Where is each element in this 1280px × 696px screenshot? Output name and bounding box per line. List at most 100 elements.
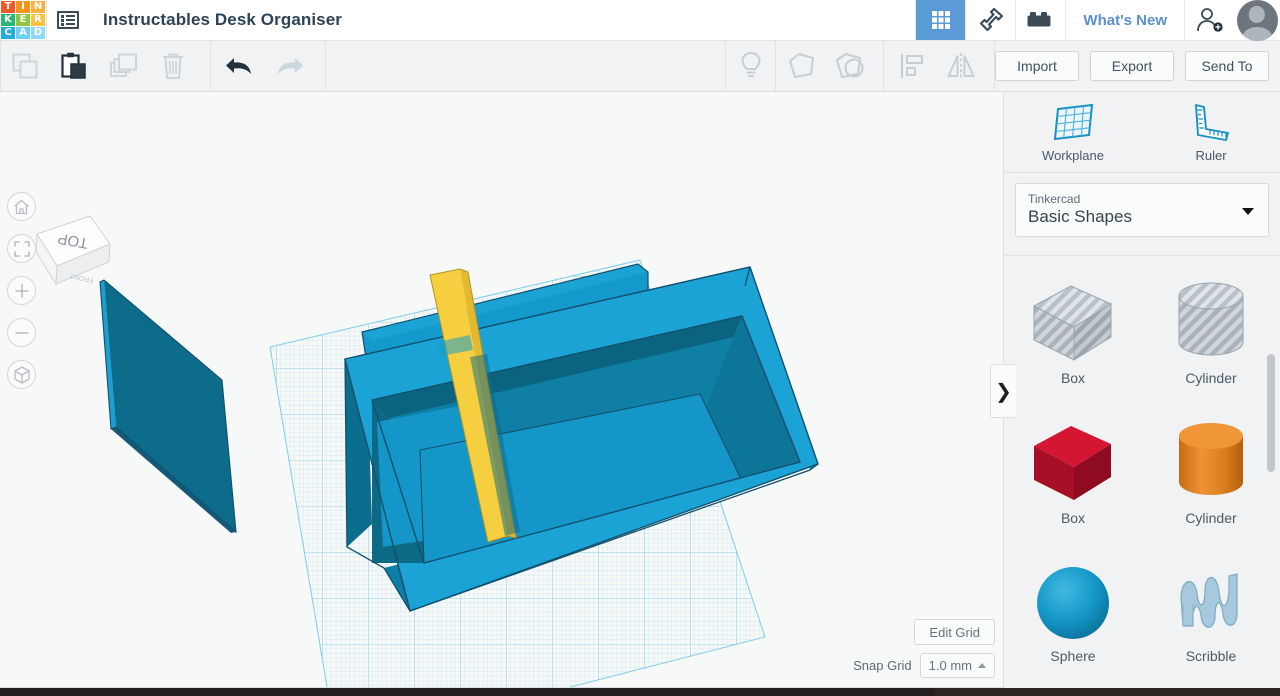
shapes-scrollbar[interactable] xyxy=(1267,354,1275,472)
list-menu-icon xyxy=(57,11,79,29)
chevron-down-icon xyxy=(1242,208,1254,215)
light-bulb-button[interactable] xyxy=(726,41,775,91)
shape-sphere[interactable]: Sphere xyxy=(1004,544,1142,684)
logo-tile-3: K xyxy=(1,14,15,26)
mirror-button[interactable] xyxy=(936,41,985,91)
light-bulb-icon xyxy=(740,51,761,77)
avatar xyxy=(1236,0,1278,41)
logo-tile-8: D xyxy=(31,27,45,39)
shape-label: Scribble xyxy=(1185,648,1237,664)
toolbar-divider-3 xyxy=(325,40,326,92)
shape-label: Sphere xyxy=(1050,648,1096,664)
cylinder-icon xyxy=(1179,423,1243,495)
scribble-icon xyxy=(1180,573,1238,628)
workplane-tool-label: Workplane xyxy=(1042,147,1104,163)
snap-grid-select[interactable]: 1.0 mm xyxy=(919,653,995,678)
zoom-out-button[interactable] xyxy=(7,318,36,347)
undo-arrow-icon xyxy=(225,58,251,74)
view-navigation-controls xyxy=(7,192,36,389)
window-bottom-strip xyxy=(0,688,1280,696)
app-header: T I N K E R C A D Instructables Desk Org… xyxy=(0,0,1280,41)
ruler-icon xyxy=(1195,103,1229,141)
page-title: Instructables Desk Organiser xyxy=(103,10,343,29)
fit-to-view-button[interactable] xyxy=(7,234,36,263)
ungroup-icon xyxy=(835,53,863,78)
snap-grid-row: Snap Grid 1.0 mm xyxy=(853,653,995,678)
hammer-icon xyxy=(979,7,1003,32)
shape-label: Box xyxy=(1060,370,1086,386)
send-to-button[interactable]: Send To xyxy=(1185,51,1269,81)
paste-icon xyxy=(61,52,86,79)
library-value: Basic Shapes xyxy=(1028,207,1132,226)
invite-people-button[interactable] xyxy=(1184,0,1234,40)
workplane-tool[interactable]: Workplane xyxy=(1004,92,1142,172)
whats-new-link[interactable]: What's New xyxy=(1065,0,1184,40)
toolbar-divider-6 xyxy=(883,40,884,92)
snap-grid-value: 1.0 mm xyxy=(928,658,972,673)
bricks-button[interactable] xyxy=(1015,0,1065,40)
copy-button[interactable] xyxy=(1,41,50,91)
sphere-icon xyxy=(1037,567,1109,639)
edit-grid-button[interactable]: Edit Grid xyxy=(914,619,995,645)
scene-3d[interactable] xyxy=(0,92,1003,688)
shapes-panel: Workplane Ruler Tinkercad Basic Shapes B… xyxy=(1003,92,1280,696)
redo-button[interactable] xyxy=(264,41,313,91)
main-menu-button[interactable] xyxy=(47,0,89,40)
paste-button[interactable] xyxy=(50,41,99,91)
shape-label: Box xyxy=(1060,510,1086,526)
group-button[interactable] xyxy=(776,41,825,91)
delete-button[interactable] xyxy=(148,41,197,91)
grid-gallery-icon xyxy=(931,11,950,29)
model-flat-plate[interactable] xyxy=(99,279,237,534)
logo-tile-1: I xyxy=(16,1,30,13)
shape-cylinder-hole[interactable]: Cylinder xyxy=(1142,264,1280,404)
redo-arrow-icon xyxy=(277,58,303,74)
workplane-grid-icon xyxy=(1053,103,1093,140)
add-person-icon xyxy=(1196,8,1223,32)
home-view-button[interactable] xyxy=(7,192,36,221)
import-button[interactable]: Import xyxy=(995,51,1079,81)
plus-icon xyxy=(14,283,29,298)
header-spacer xyxy=(342,0,915,40)
align-button[interactable] xyxy=(887,41,936,91)
minus-icon xyxy=(14,331,29,334)
collapse-panel-button[interactable]: ❯ xyxy=(990,364,1016,418)
group-icon xyxy=(788,53,814,78)
panel-tools: Workplane Ruler xyxy=(1004,92,1280,173)
lego-brick-icon xyxy=(1027,12,1051,27)
ungroup-button[interactable] xyxy=(825,41,874,91)
ruler-tool[interactable]: Ruler xyxy=(1142,92,1280,172)
tinkercad-app: T I N K E R C A D Instructables Desk Org… xyxy=(0,0,1280,696)
caret-up-icon xyxy=(978,663,986,668)
cylinder-hole-icon xyxy=(1178,282,1244,356)
align-icon xyxy=(900,54,923,78)
copy-icon xyxy=(12,53,38,78)
gallery-grid-button[interactable] xyxy=(915,0,966,40)
export-button[interactable]: Export xyxy=(1090,51,1174,81)
logo-tile-2: N xyxy=(31,1,45,13)
user-avatar-button[interactable] xyxy=(1234,0,1280,41)
undo-button[interactable] xyxy=(215,41,264,91)
shape-scribble[interactable]: Scribble xyxy=(1142,544,1280,684)
duplicate-icon xyxy=(109,53,137,77)
logo-tile-6: C xyxy=(1,27,15,39)
shape-cylinder-orange[interactable]: Cylinder xyxy=(1142,404,1280,544)
shape-library-select[interactable]: Tinkercad Basic Shapes xyxy=(1015,183,1269,237)
shapes-list[interactable]: Box Cylinder Box Cylinder Sphere Scribbl… xyxy=(1004,255,1280,696)
shape-box-hole[interactable]: Box xyxy=(1004,264,1142,404)
shape-label: Cylinder xyxy=(1185,370,1237,386)
duplicate-button[interactable] xyxy=(99,41,148,91)
codeblocks-hammer-button[interactable] xyxy=(965,0,1015,40)
tinkercad-logo[interactable]: T I N K E R C A D xyxy=(0,0,46,41)
grid-controls: Edit Grid Snap Grid 1.0 mm xyxy=(853,619,1003,688)
design-canvas[interactable]: TOP FRONT Edit Grid Snap Grid 1.0 mm xyxy=(0,92,1003,688)
library-select-wrap: Tinkercad Basic Shapes xyxy=(1004,173,1280,247)
trash-icon xyxy=(162,53,183,79)
toolbar-divider-2 xyxy=(210,40,211,92)
shape-box-red[interactable]: Box xyxy=(1004,404,1142,544)
shapes-grid: Box Cylinder Box Cylinder Sphere Scribbl… xyxy=(1004,256,1280,684)
logo-tile-0: T xyxy=(1,1,15,13)
perspective-toggle-button[interactable] xyxy=(7,360,36,389)
home-icon xyxy=(14,199,29,214)
zoom-in-button[interactable] xyxy=(7,276,36,305)
